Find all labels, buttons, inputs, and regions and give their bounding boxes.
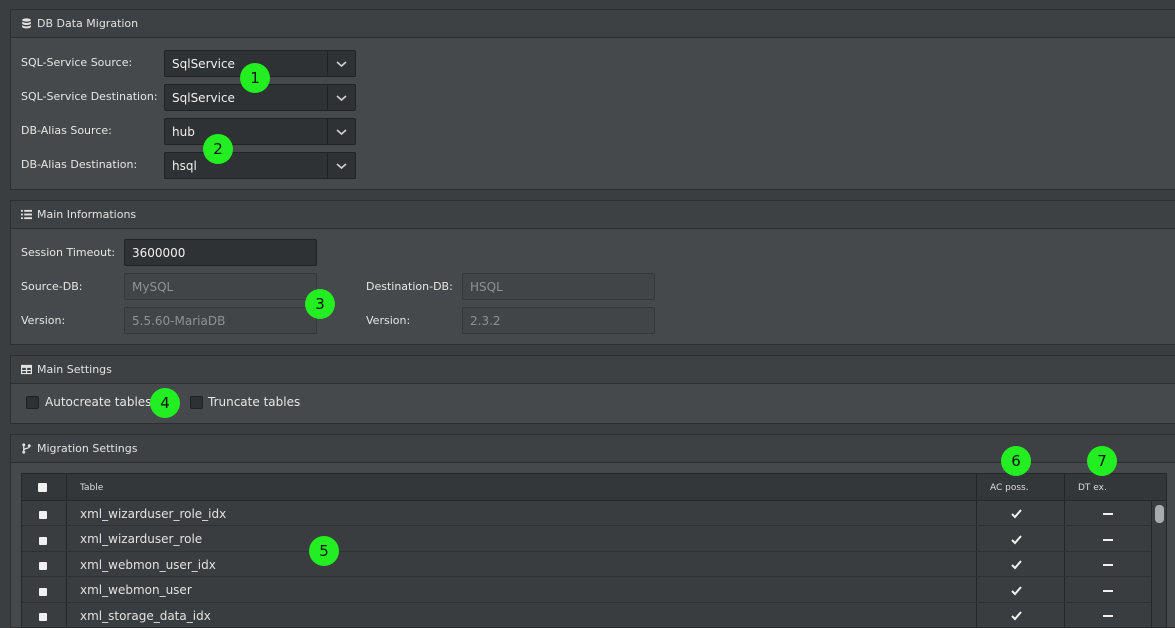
alias-dest-select[interactable]: hsql (164, 152, 356, 179)
chevron-down-icon[interactable] (327, 153, 355, 178)
alias-source-label: DB-Alias Source: (21, 124, 112, 137)
table-name: xml_webmon_user_idx (80, 557, 216, 572)
table-row[interactable]: xml_storage_data_idx (22, 603, 1151, 627)
table-scrollbar[interactable] (1151, 501, 1166, 627)
alias-source-select[interactable]: hub (164, 118, 356, 145)
main-settings-header: Main Settings (11, 356, 1175, 384)
check-icon (1011, 560, 1022, 570)
select-all-checkbox[interactable] (38, 483, 47, 492)
table-row[interactable]: xml_webmon_user_idx (22, 552, 1151, 577)
main-info-title: Main Informations (37, 208, 137, 221)
sql-dest-value: SqlService (172, 90, 235, 105)
marker-7: 7 (1087, 446, 1117, 476)
source-version-label: Version: (21, 314, 66, 327)
marker-2: 2 (203, 134, 233, 164)
source-db-field: MySQL (124, 273, 317, 300)
row-checkbox[interactable] (39, 511, 47, 519)
branch-icon (20, 443, 32, 455)
check-icon (1011, 509, 1022, 519)
col-dt-header[interactable]: DT ex. (1078, 474, 1107, 501)
dest-db-field: HSQL (462, 273, 655, 300)
table-name: xml_webmon_user (80, 583, 192, 597)
dash-icon (1103, 564, 1113, 566)
table-row[interactable]: xml_wizarduser_role_idx (22, 501, 1151, 526)
db-migration-header: DB Data Migration (11, 10, 1175, 38)
marker-3: 3 (305, 289, 335, 319)
source-db-label: Source-DB: (21, 280, 83, 293)
check-icon (1011, 585, 1022, 595)
col-table-header[interactable]: Table (80, 474, 103, 501)
row-checkbox[interactable] (39, 562, 47, 570)
scrollbar-thumb[interactable] (1155, 505, 1164, 523)
dest-version-field: 2.3.2 (462, 307, 655, 334)
main-settings-panel: Main Settings (10, 355, 1175, 424)
migration-settings-title: Migration Settings (37, 442, 138, 455)
marker-5: 5 (309, 536, 339, 566)
check-icon (1011, 534, 1022, 544)
sql-source-label: SQL-Service Source: (21, 56, 133, 69)
marker-6: 6 (1001, 446, 1031, 476)
table-row[interactable]: xml_wizarduser_role (22, 527, 1151, 552)
truncate-label[interactable]: Truncate tables (208, 395, 300, 409)
table-row[interactable]: xml_webmon_user (22, 578, 1151, 603)
table-header: Table AC poss. DT ex. (22, 474, 1166, 501)
truncate-checkbox[interactable] (190, 396, 203, 409)
sql-dest-label: SQL-Service Destination: (21, 90, 158, 103)
chevron-down-icon[interactable] (327, 51, 355, 76)
col-ac-header[interactable]: AC poss. (990, 474, 1029, 501)
marker-4: 4 (150, 388, 180, 418)
dash-icon (1103, 538, 1113, 541)
list-icon (20, 209, 32, 221)
chevron-down-icon[interactable] (327, 119, 355, 144)
main-info-header: Main Informations (11, 201, 1175, 229)
check-icon (1011, 611, 1022, 621)
autocreate-checkbox[interactable] (26, 396, 39, 409)
dest-version-label: Version: (366, 314, 411, 327)
table-name: xml_wizarduser_role (80, 532, 203, 546)
table-name: xml_storage_data_idx (80, 608, 211, 623)
alias-source-value: hub (172, 124, 195, 139)
row-checkbox[interactable] (39, 587, 47, 596)
dest-db-label: Destination-DB: (366, 280, 453, 293)
dash-icon (1103, 589, 1113, 592)
database-icon (20, 18, 32, 30)
marker-1: 1 (240, 63, 270, 93)
source-version-field: 5.5.60-MariaDB (124, 307, 317, 334)
session-timeout-label: Session Timeout: (21, 246, 116, 259)
chevron-down-icon[interactable] (327, 85, 355, 110)
table-name: xml_wizarduser_role_idx (80, 506, 227, 521)
main-settings-title: Main Settings (37, 363, 112, 376)
row-checkbox[interactable] (39, 613, 47, 621)
table-icon (20, 364, 32, 376)
dash-icon (1103, 615, 1113, 617)
session-timeout-input[interactable]: 3600000 (124, 239, 317, 266)
alias-dest-value: hsql (172, 158, 197, 173)
row-checkbox[interactable] (39, 536, 47, 545)
dash-icon (1103, 513, 1113, 515)
autocreate-label[interactable]: Autocreate tables (45, 395, 151, 409)
alias-dest-label: DB-Alias Destination: (21, 158, 138, 171)
db-migration-title: DB Data Migration (37, 17, 139, 30)
migration-table: Table AC poss. DT ex. xml_wizarduser_rol… (21, 473, 1167, 628)
